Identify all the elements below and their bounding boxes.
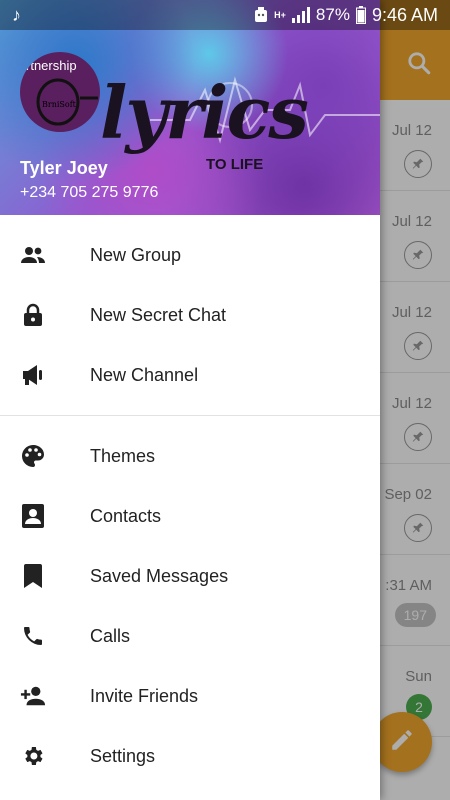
menu-item-contacts[interactable]: Contacts (0, 486, 380, 546)
clock: 9:46 AM (371, 4, 438, 25)
menu-item-label: Settings (90, 745, 156, 766)
phone-icon (20, 623, 46, 649)
navigation-drawer: lyrics TO LIFE rtnership BrniSoft Tyler … (0, 0, 380, 800)
megaphone-icon (20, 362, 46, 388)
menu-item-settings[interactable]: Settings (0, 726, 380, 786)
header-logo-subtext: TO LIFE (206, 156, 264, 173)
menu-item-label: New Secret Chat (90, 304, 227, 325)
avatar[interactable]: rtnership BrniSoft (20, 52, 100, 132)
palette-icon (20, 443, 46, 469)
menu-item-label: Calls (90, 625, 131, 646)
menu-item-label: New Channel (90, 364, 199, 385)
header-logo-text: lyrics (100, 70, 309, 155)
contact-icon (20, 503, 46, 529)
menu-item-label: Saved Messages (90, 565, 229, 586)
user-name: Tyler Joey (20, 158, 108, 178)
android-icon (254, 7, 268, 23)
menu-item-calls[interactable]: Calls (0, 606, 380, 666)
status-bar: ♪ H+ 87% 9:46 AM (0, 0, 450, 30)
menu-item-new-channel[interactable]: New Channel (0, 345, 380, 405)
signal-icon (291, 7, 310, 23)
menu-item-label: New Group (90, 244, 182, 265)
drawer-header: lyrics TO LIFE rtnership BrniSoft Tyler … (0, 0, 380, 215)
lock-icon (20, 302, 46, 328)
menu-item-new-group[interactable]: New Group (0, 225, 380, 285)
menu-item-saved-messages[interactable]: Saved Messages (0, 546, 380, 606)
user-phone: +234 705 275 9776 (20, 184, 159, 201)
avatar-text: rtnership (26, 58, 77, 73)
add-person-icon (20, 683, 46, 709)
menu-divider (0, 415, 380, 416)
menu-item-new-secret-chat[interactable]: New Secret Chat (0, 285, 380, 345)
menu-item-invite-friends[interactable]: Invite Friends (0, 666, 380, 726)
avatar-brand: BrniSoft (42, 100, 76, 109)
bookmark-icon (20, 563, 46, 589)
gear-icon (20, 743, 46, 769)
drawer-menu: New Group New Secret Chat New Channel Th… (0, 215, 380, 786)
menu-item-themes[interactable]: Themes (0, 426, 380, 486)
network-type: H+ (274, 9, 286, 20)
group-icon (20, 242, 46, 268)
menu-item-label: Invite Friends (90, 685, 199, 706)
menu-item-label: Contacts (90, 505, 162, 526)
battery-percent: 87% (315, 5, 350, 24)
battery-icon (355, 6, 366, 24)
music-note-icon: ♪ (12, 4, 21, 25)
menu-item-label: Themes (90, 445, 156, 466)
